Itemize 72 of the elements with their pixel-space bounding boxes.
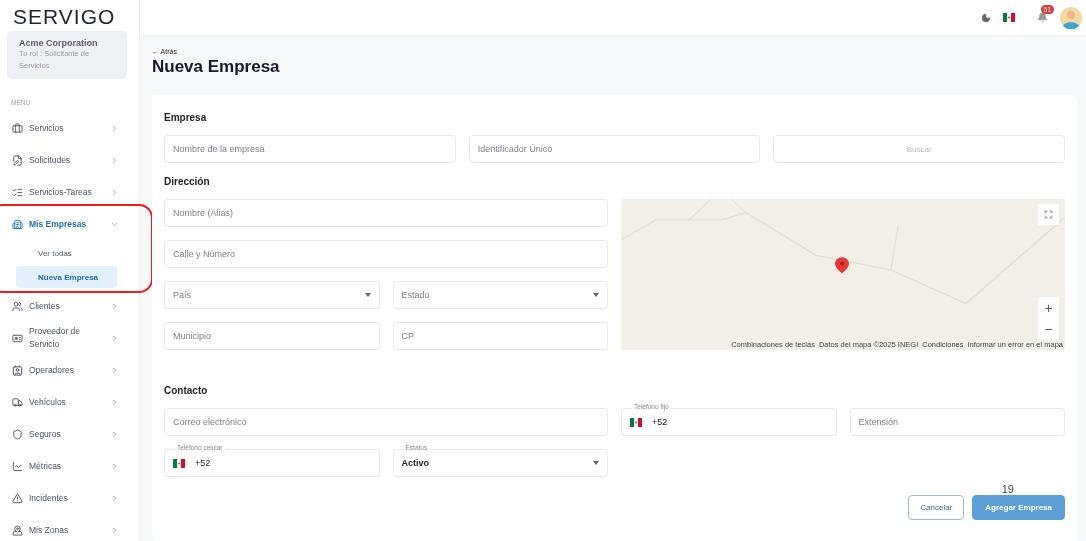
line-chart-icon [12, 460, 23, 472]
phone-code: +52 [195, 458, 212, 468]
zoom-in-button[interactable]: + [1038, 297, 1059, 318]
map-pin-icon [12, 524, 23, 536]
text-field[interactable]: Municipio [164, 322, 380, 350]
sidebar-item[interactable]: Mis Empresas [0, 208, 139, 240]
select-placeholder: País [173, 290, 192, 300]
section-title: Empresa [164, 112, 208, 123]
avatar[interactable] [1060, 6, 1082, 29]
submenu-item[interactable]: Ver todas [16, 242, 117, 264]
chevron-icon [110, 155, 119, 165]
bell-icon[interactable] [1037, 12, 1048, 23]
moon-icon[interactable] [981, 12, 991, 23]
section-title: Contacto [164, 385, 209, 396]
sidebar-item[interactable]: Métricas [0, 450, 139, 482]
mexico-flag-icon [173, 458, 185, 468]
select-field[interactable]: País [164, 281, 380, 309]
shield-icon [12, 428, 23, 440]
chevron-icon [110, 493, 119, 503]
text-field[interactable]: Correo electrónico [164, 408, 608, 436]
chevron-icon [110, 123, 119, 133]
sidebar-item[interactable]: Servicios [0, 112, 139, 144]
zoom-out-button[interactable]: − [1038, 318, 1059, 339]
sidebar-item[interactable]: Proveedor de Servicio [0, 322, 139, 354]
select-placeholder: Estado [401, 290, 431, 300]
select-value: Activo [401, 458, 430, 468]
sidebar-item[interactable]: Mis Zonas [0, 514, 139, 541]
chevron-icon [110, 333, 119, 343]
contact-card-icon [12, 364, 23, 376]
phone-code: +52 [652, 417, 669, 427]
submenu-item[interactable]: Nueva Empresa [16, 266, 117, 288]
section-title: Dirección [164, 176, 211, 187]
text-field[interactable]: Identificador Único [468, 135, 761, 163]
page-number: 19 [1001, 484, 1014, 495]
mexico-flag-icon [630, 417, 642, 427]
chevron-icon [110, 187, 119, 197]
company-name: Acme Corporation [19, 38, 99, 48]
caret-icon [593, 461, 599, 465]
chevron-icon [110, 429, 119, 439]
chevron-icon [110, 365, 119, 375]
truck-icon [12, 396, 23, 408]
caret-icon [364, 293, 371, 297]
building-icon [12, 218, 23, 230]
id-card-icon [12, 332, 23, 344]
text-field[interactable]: Calle y Número [164, 240, 608, 268]
sidebar-item[interactable]: Operadores [0, 354, 139, 386]
chevron-icon [110, 461, 119, 471]
chevron-icon [110, 525, 119, 535]
warning-icon [12, 492, 23, 504]
select-field[interactable]: Estado [392, 281, 608, 309]
checklist-icon [12, 186, 23, 198]
mexico-flag-icon [1003, 13, 1015, 22]
text-field[interactable]: CP [392, 322, 608, 350]
text-field[interactable]: Extensión [849, 408, 1065, 436]
sidebar-item[interactable]: Servicios-Tareas [0, 176, 139, 208]
page-title: Nueva Empresa [152, 57, 281, 77]
logo: SERVIGO [12, 4, 117, 29]
document-pen-icon [12, 154, 23, 166]
chevron-icon [110, 301, 119, 311]
briefcase-icon [12, 122, 23, 134]
chevron-icon [110, 397, 119, 407]
text-field[interactable]: Nombre (Alias) [164, 199, 608, 227]
users-icon [12, 300, 23, 312]
sidebar-item[interactable]: Incidentes [0, 482, 139, 514]
sidebar-item[interactable]: Vehículos [0, 386, 139, 418]
cancel-button[interactable]: Cancelar [908, 495, 965, 520]
sidebar-item[interactable]: Seguros [0, 418, 139, 450]
sidebar-item[interactable]: Clientes [0, 290, 139, 322]
text-field[interactable]: Nombre de la empresa [164, 135, 456, 163]
sidebar-item[interactable]: Solicitudes [0, 144, 139, 176]
fullscreen-icon [1044, 210, 1053, 219]
caret-icon [593, 293, 599, 297]
